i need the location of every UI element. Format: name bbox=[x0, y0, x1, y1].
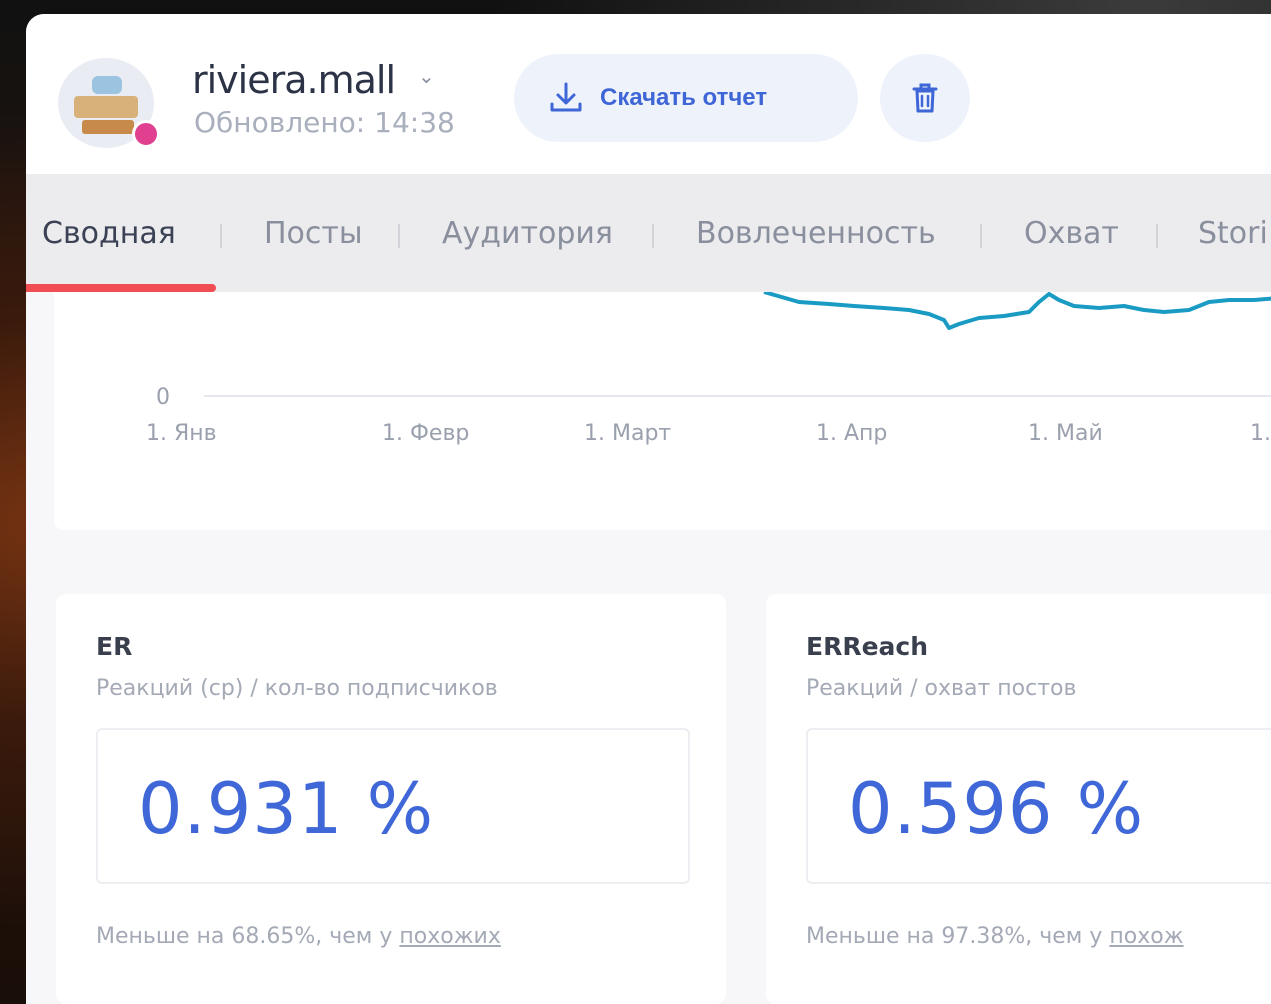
instagram-badge-icon bbox=[132, 120, 160, 148]
download-report-label: Скачать отчет bbox=[600, 84, 768, 111]
tab-posts[interactable]: Посты bbox=[264, 216, 363, 251]
section-tabs: Сводная Посты Аудитория Вовлеченность Ох… bbox=[26, 174, 1271, 292]
y-tick-label: 0 bbox=[156, 385, 170, 410]
chart-series-line bbox=[763, 292, 1271, 330]
chevron-down-icon[interactable]: ⌄ bbox=[418, 64, 435, 88]
avatar-logo-part bbox=[82, 120, 134, 134]
avatar-logo-part bbox=[92, 76, 122, 94]
trash-icon bbox=[912, 83, 938, 113]
tab-divider bbox=[398, 224, 400, 248]
tab-divider bbox=[1156, 224, 1158, 248]
er-similar-accounts-link[interactable]: похожих bbox=[399, 924, 500, 949]
er-metric-card: ER Реакций (ср) / кол-во подписчиков 0.9… bbox=[56, 594, 726, 1004]
delete-button[interactable] bbox=[880, 54, 970, 142]
analytics-app-window: riviera.mall ⌄ Обновлено: 14:38 Скачать … bbox=[26, 14, 1271, 1004]
erreach-value-box: 0.596 % bbox=[806, 728, 1271, 884]
x-tick-label: 1. Апр bbox=[816, 421, 887, 446]
x-tick-label: 1. Март bbox=[584, 421, 671, 446]
tab-divider bbox=[980, 224, 982, 248]
er-subtitle: Реакций (ср) / кол-во подписчиков bbox=[96, 676, 498, 701]
tab-reach[interactable]: Охват bbox=[1024, 216, 1119, 251]
tab-divider bbox=[220, 224, 222, 248]
er-value: 0.931 % bbox=[138, 768, 435, 850]
erreach-value: 0.596 % bbox=[848, 768, 1145, 850]
x-tick-label: 1. И bbox=[1250, 421, 1271, 446]
x-tick-label: 1. Май bbox=[1028, 421, 1103, 446]
account-name[interactable]: riviera.mall bbox=[192, 58, 396, 102]
timeline-chart-card: 0 1. Янв 1. Февр 1. Март 1. Апр 1. Май 1… bbox=[54, 292, 1271, 530]
erreach-comparison: Меньше на 97.38%, чем у похож bbox=[806, 924, 1184, 949]
erreach-subtitle: Реакций / охват постов bbox=[806, 676, 1077, 701]
tab-divider bbox=[652, 224, 654, 248]
er-title: ER bbox=[96, 632, 133, 661]
erreach-title: ERReach bbox=[806, 632, 929, 661]
er-comparison: Меньше на 68.65%, чем у похожих bbox=[96, 924, 501, 949]
er-value-box: 0.931 % bbox=[96, 728, 690, 884]
last-updated-label: Обновлено: 14:38 bbox=[194, 106, 455, 139]
active-tab-indicator bbox=[26, 284, 216, 292]
tab-audience[interactable]: Аудитория bbox=[442, 216, 613, 251]
x-tick-label: 1. Янв bbox=[146, 421, 217, 446]
tab-summary[interactable]: Сводная bbox=[42, 216, 176, 251]
er-comparison-text: Меньше на 68.65%, чем у bbox=[96, 924, 400, 949]
tab-engagement[interactable]: Вовлеченность bbox=[696, 216, 936, 251]
erreach-metric-card: ERReach Реакций / охват постов 0.596 % М… bbox=[766, 594, 1271, 1004]
avatar-logo-part bbox=[74, 96, 138, 118]
erreach-similar-accounts-link[interactable]: похож bbox=[1109, 924, 1183, 949]
timeline-chart: 0 1. Янв 1. Февр 1. Март 1. Апр 1. Май 1… bbox=[146, 292, 1271, 446]
tab-stories[interactable]: Stori bbox=[1198, 216, 1268, 251]
profile-header: riviera.mall ⌄ Обновлено: 14:38 Скачать … bbox=[26, 14, 1271, 174]
download-report-button[interactable]: Скачать отчет bbox=[514, 54, 858, 142]
erreach-comparison-text: Меньше на 97.38%, чем у bbox=[806, 924, 1110, 949]
x-tick-label: 1. Февр bbox=[382, 421, 469, 446]
download-icon bbox=[550, 82, 582, 112]
